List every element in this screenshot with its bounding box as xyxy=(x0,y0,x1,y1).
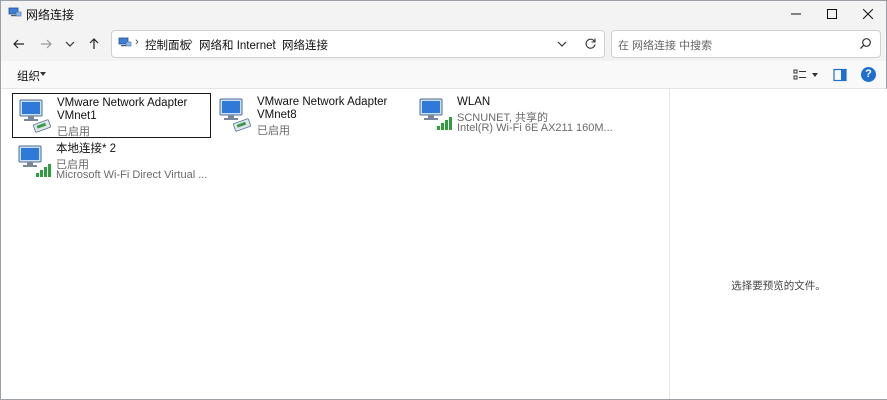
arrow-left-icon xyxy=(13,39,24,49)
connection-item[interactable]: VMware Network Adapter VMnet8 已启用 xyxy=(213,93,410,137)
connection-name: VMware Network Adapter VMnet8 xyxy=(257,96,427,122)
wired-adapter-icon xyxy=(219,98,252,132)
arrow-right-icon xyxy=(41,39,52,49)
breadcrumb-control-panel[interactable]: 控制面板 xyxy=(145,37,191,53)
window-frame: 网络连接 › 控制面板 › 网络和 Internet › 网络连接 在 网络连接… xyxy=(0,0,887,400)
connection-status: 已启用 xyxy=(257,125,290,137)
forward-button[interactable] xyxy=(37,35,55,53)
connections-view: VMware Network Adapter VMnet1 已启用 VMware Ne… xyxy=(1,89,669,399)
connection-device: Intel(R) Wi-Fi 6E AX211 160M... xyxy=(457,122,613,134)
connection-name-line: VMware Network Adapter xyxy=(57,97,188,109)
control-panel-icon xyxy=(118,37,132,47)
connection-name-line: VMnet8 xyxy=(257,109,297,121)
network-connections-icon xyxy=(8,7,22,17)
caret-down-icon xyxy=(40,72,46,76)
search-icon[interactable] xyxy=(859,37,872,50)
search-box[interactable]: 在 网络连接 中搜索 xyxy=(611,30,881,58)
wired-adapter-icon xyxy=(19,99,52,133)
window-title: 网络连接 xyxy=(26,8,75,22)
connection-name-line: 本地连接* 2 xyxy=(56,143,117,155)
navigation-bar: › 控制面板 › 网络和 Internet › 网络连接 在 网络连接 中搜索 xyxy=(1,27,886,61)
command-bar: 组织 ? xyxy=(1,61,886,89)
breadcrumb-network-connections[interactable]: 网络连接 xyxy=(282,37,328,53)
address-bar[interactable]: › 控制面板 › 网络和 Internet › 网络连接 xyxy=(111,30,605,58)
preview-pane: 选择要预览的文件。 xyxy=(669,89,887,399)
preview-pane-icon[interactable] xyxy=(833,68,847,82)
connection-item[interactable]: WLAN SCNUNET, 共享的 Intel(R) Wi-Fi 6E AX211 … xyxy=(413,93,613,136)
recent-locations-button[interactable] xyxy=(61,35,79,53)
up-button[interactable] xyxy=(85,35,103,53)
chevron-down-icon xyxy=(65,41,75,47)
connection-name: VMware Network Adapter VMnet1 xyxy=(57,97,227,123)
breadcrumb-separator-icon: › xyxy=(135,36,139,48)
connection-name: 本地连接* 2 xyxy=(56,143,226,156)
connection-name-line: VMnet1 xyxy=(57,110,97,122)
minimize-icon xyxy=(791,13,801,15)
connection-item[interactable]: VMware Network Adapter VMnet1 已启用 xyxy=(12,93,211,138)
title-bar: 网络连接 xyxy=(1,1,886,27)
connection-name: WLAN xyxy=(457,96,627,109)
help-icon[interactable]: ? xyxy=(861,67,876,82)
back-button[interactable] xyxy=(10,35,28,53)
address-history-chevron-icon[interactable] xyxy=(556,38,568,50)
caret-down-icon[interactable] xyxy=(812,73,818,77)
connection-name-line: WLAN xyxy=(457,96,491,108)
organize-menu-button[interactable]: 组织 xyxy=(17,68,40,84)
refresh-icon[interactable] xyxy=(584,37,597,50)
change-view-icon[interactable] xyxy=(793,68,807,82)
maximize-icon xyxy=(827,9,837,19)
wifi-adapter-icon xyxy=(419,98,452,130)
close-button[interactable] xyxy=(845,1,887,27)
connection-item[interactable]: 本地连接* 2 已启用 Microsoft Wi-Fi Direct Virtual… xyxy=(12,140,209,183)
preview-empty-message: 选择要预览的文件。 xyxy=(731,280,826,292)
search-placeholder: 在 网络连接 中搜索 xyxy=(618,40,713,52)
connection-name-line: VMware Network Adapter xyxy=(257,96,388,108)
arrow-up-icon xyxy=(89,38,99,49)
breadcrumb-network-internet[interactable]: 网络和 Internet xyxy=(199,37,276,53)
breadcrumb-separator-icon: › xyxy=(189,36,193,48)
breadcrumb-separator-icon: › xyxy=(272,36,276,48)
connection-status: 已启用 xyxy=(57,126,90,138)
wifi-adapter-icon xyxy=(18,145,51,177)
close-icon xyxy=(863,9,873,19)
connection-device: Microsoft Wi-Fi Direct Virtual ... xyxy=(56,169,208,181)
